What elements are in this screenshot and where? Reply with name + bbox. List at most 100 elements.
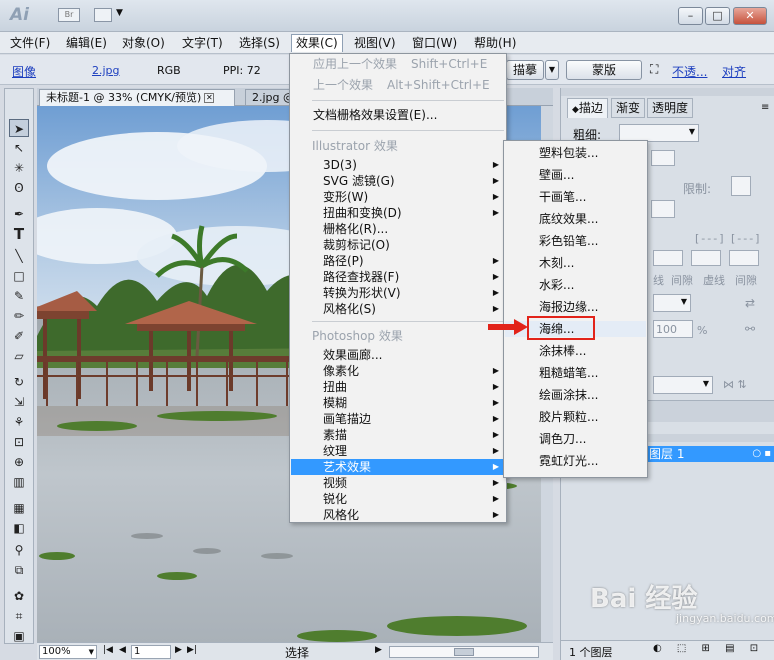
menu-edit[interactable]: 编辑(E)	[62, 34, 111, 52]
bridge-icon[interactable]: Br	[58, 8, 80, 22]
gap-field-1[interactable]	[691, 250, 721, 266]
warp-tool-icon[interactable]: ⚘	[9, 413, 29, 431]
menu-item-3d[interactable]: 3D(3) ▶	[291, 157, 505, 173]
eyedropper-tool-icon[interactable]: ⚲	[9, 541, 29, 559]
menu-item-pathfinder[interactable]: 路径查找器(F) ▶	[291, 269, 505, 285]
scale-field[interactable]: 100	[653, 320, 693, 338]
menu-item-sharpen[interactable]: 锐化 ▶	[291, 491, 505, 507]
layer-row[interactable]: 图层 1 ○ ▪	[647, 446, 774, 462]
submenu-item-neon-glow[interactable]: 霓虹灯光...	[505, 453, 646, 469]
profile-select[interactable]: ▼	[653, 376, 713, 394]
close-button[interactable]: ✕	[733, 7, 767, 25]
scale-tool-icon[interactable]: ⇲	[9, 393, 29, 411]
menu-item-crop-marks[interactable]: 裁剪标记(O)	[291, 237, 505, 253]
page-select[interactable]: 1	[131, 645, 171, 659]
flip-icon[interactable]: ⋈ ⇅	[723, 378, 747, 391]
graph-tool-icon[interactable]: ▥	[9, 473, 29, 491]
slice-tool-icon[interactable]: ⌗	[9, 607, 29, 625]
selection-tool-icon[interactable]: ➤	[9, 119, 29, 137]
menu-item-brush-strokes[interactable]: 画笔描边 ▶	[291, 411, 505, 427]
tab-stroke[interactable]: ◆描边	[567, 98, 608, 118]
submenu-item-plastic-wrap[interactable]: 塑料包装...	[505, 145, 646, 161]
submenu-item-film-grain[interactable]: 胶片颗粒...	[505, 409, 646, 425]
type-tool-icon[interactable]: T	[9, 225, 29, 243]
menu-item-blur[interactable]: 模糊 ▶	[291, 395, 505, 411]
menu-type[interactable]: 文字(T)	[178, 34, 227, 52]
menu-item-raster-settings[interactable]: 文档栅格效果设置(E)...	[291, 107, 505, 123]
free-transform-tool-icon[interactable]: ⊡	[9, 433, 29, 451]
tab-transparency[interactable]: 透明度	[647, 98, 694, 118]
menu-item-warp[interactable]: 变形(W) ▶	[291, 189, 505, 205]
rotate-tool-icon[interactable]: ↻	[9, 373, 29, 391]
submenu-item-dry-brush[interactable]: 干画笔...	[505, 189, 646, 205]
menu-object[interactable]: 对象(O)	[118, 34, 169, 52]
paintbrush-tool-icon[interactable]: ✎	[9, 287, 29, 305]
menu-item-sketch[interactable]: 素描 ▶	[291, 427, 505, 443]
mesh-tool-icon[interactable]: ▦	[9, 499, 29, 517]
menu-item-svg-filters[interactable]: SVG 滤镜(G) ▶	[291, 173, 505, 189]
menu-item-effect-gallery[interactable]: 效果画廊...	[291, 347, 505, 363]
panel-grip[interactable]	[561, 88, 774, 96]
submenu-item-watercolor[interactable]: 水彩...	[505, 277, 646, 293]
menu-select[interactable]: 选择(S)	[235, 34, 284, 52]
menu-help[interactable]: 帮助(H)	[470, 34, 520, 52]
menu-item-texture[interactable]: 纹理 ▶	[291, 443, 505, 459]
dash-field-2[interactable]	[729, 250, 759, 266]
menu-item-distort[interactable]: 扭曲 ▶	[291, 379, 505, 395]
menu-item-video[interactable]: 视频 ▶	[291, 475, 505, 491]
submenu-item-fresco[interactable]: 壁画...	[505, 167, 646, 183]
submenu-item-cutout[interactable]: 木刻...	[505, 255, 646, 271]
minimize-button[interactable]: –	[678, 7, 703, 25]
menu-effect[interactable]: 效果(C)	[291, 34, 343, 52]
align-link[interactable]: 对齐	[722, 63, 746, 80]
pencil-tool-icon[interactable]: ✏	[9, 307, 29, 325]
maximize-button[interactable]: □	[705, 7, 730, 25]
magic-wand-tool-icon[interactable]: ✳	[9, 159, 29, 177]
submenu-item-palette-knife[interactable]: 调色刀...	[505, 431, 646, 447]
horizontal-scrollbar[interactable]	[389, 646, 539, 658]
close-tab-icon[interactable]: ✕	[204, 93, 215, 103]
mask-button[interactable]: 蒙版	[566, 60, 642, 80]
zoom-select[interactable]: 100% ▼	[39, 645, 97, 659]
transform-icon[interactable]: ⛶	[650, 62, 658, 77]
pen-tool-icon[interactable]: ✒	[9, 205, 29, 223]
menu-item-apply-last-effect[interactable]: 应用上一个效果 Shift+Ctrl+E	[291, 56, 505, 72]
first-page-icon[interactable]: |◀	[103, 645, 113, 655]
menu-item-artistic[interactable]: 艺术效果 ▶	[291, 459, 505, 475]
trace-button[interactable]: 描摹	[506, 60, 544, 80]
submenu-item-rough-pastels[interactable]: 粗糙蜡笔...	[505, 365, 646, 381]
menu-item-convert-to-shape[interactable]: 转换为形状(V) ▶	[291, 285, 505, 301]
blend-tool-icon[interactable]: ⧉	[9, 561, 29, 579]
cap-button[interactable]	[651, 150, 675, 166]
arrange-documents-icon[interactable]	[94, 8, 112, 22]
submenu-item-smudge-stick[interactable]: 涂抹棒...	[505, 343, 646, 359]
menu-window[interactable]: 窗口(W)	[408, 34, 461, 52]
blob-brush-icon[interactable]: ✐	[9, 327, 29, 345]
panel-menu-icon[interactable]: ≡	[761, 102, 769, 113]
menu-item-pixelate[interactable]: 像素化 ▶	[291, 363, 505, 379]
menu-file[interactable]: 文件(F)	[6, 34, 54, 52]
rectangle-tool-icon[interactable]: □	[9, 267, 29, 285]
menu-item-path[interactable]: 路径(P) ▶	[291, 253, 505, 269]
previous-page-icon[interactable]: ◀	[119, 645, 126, 655]
link-icon[interactable]: ⚯	[745, 322, 755, 336]
artboard-tool-icon[interactable]: ▣	[9, 627, 29, 645]
target-icon[interactable]: ○ ▪	[752, 446, 771, 462]
arrowhead-select[interactable]: ▼	[653, 294, 691, 312]
symbol-sprayer-tool-icon[interactable]: ✿	[9, 587, 29, 605]
submenu-item-paint-daubs[interactable]: 绘画涂抹...	[505, 387, 646, 403]
gradient-tool-icon[interactable]: ◧	[9, 519, 29, 537]
tab-gradient[interactable]: 渐变	[611, 98, 646, 118]
chevron-down-icon[interactable]: ▼	[116, 8, 123, 18]
direct-selection-tool-icon[interactable]: ↖	[9, 139, 29, 157]
menu-item-distort-transform[interactable]: 扭曲和变换(D) ▶	[291, 205, 505, 221]
scrollbar-thumb[interactable]	[454, 648, 474, 656]
lasso-tool-icon[interactable]: ʘ	[9, 179, 29, 197]
shape-builder-tool-icon[interactable]: ⊕	[9, 453, 29, 471]
next-page-icon[interactable]: ▶	[175, 645, 182, 655]
menu-item-last-effect[interactable]: 上一个效果 Alt+Shift+Ctrl+E	[291, 77, 505, 93]
eraser-tool-icon[interactable]: ▱	[9, 347, 29, 365]
tab-untitled-1[interactable]: 未标题-1 @ 33% (CMYK/预览) ✕	[39, 89, 235, 106]
image-label[interactable]: 图像	[12, 63, 36, 80]
submenu-item-colored-pencil[interactable]: 彩色铅笔...	[505, 233, 646, 249]
